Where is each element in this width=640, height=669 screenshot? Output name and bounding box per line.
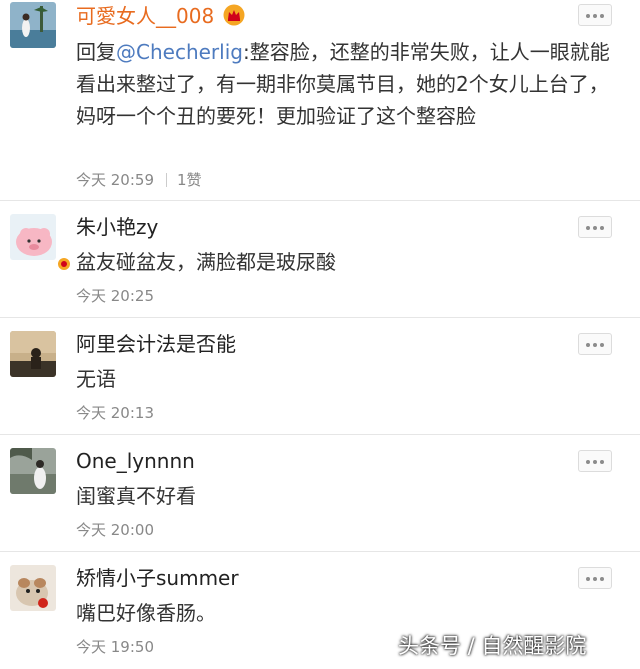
comment-text: 嘴巴好像香肠。	[76, 601, 216, 625]
more-button[interactable]	[578, 567, 612, 589]
timestamp: 今天 20:13	[76, 404, 154, 422]
comment-item: One_lynnnn 闺蜜真不好看 今天 20:00	[0, 434, 640, 552]
comment-text: 闺蜜真不好看	[76, 484, 196, 508]
avatar[interactable]	[10, 331, 56, 377]
username[interactable]: 矫情小子summer	[76, 565, 239, 591]
timestamp: 今天 20:59	[76, 171, 154, 189]
comment-item: 阿里会计法是否能 无语 今天 20:13	[0, 317, 640, 435]
mention-link[interactable]: @Checherlig	[116, 40, 243, 64]
comment-item: 可愛女人__008 回复@Checherlig:整容脸，还整的非常失败，让人一眼…	[0, 0, 640, 201]
username[interactable]: One_lynnnn	[76, 448, 195, 474]
avatar-image-icon	[10, 2, 56, 48]
more-dots-icon	[579, 343, 611, 347]
more-button[interactable]	[578, 4, 612, 26]
more-dots-icon	[579, 460, 611, 464]
more-dots-icon	[579, 226, 611, 230]
verified-badge-icon	[56, 256, 72, 272]
timestamp: 今天 19:50	[76, 638, 154, 656]
comment-feed: 可愛女人__008 回复@Checherlig:整容脸，还整的非常失败，让人一眼…	[0, 0, 640, 669]
username[interactable]: 朱小艳zy	[76, 214, 158, 240]
timestamp: 今天 20:00	[76, 521, 154, 539]
reply-prefix: 回复	[76, 40, 116, 64]
comment-item: 朱小艳zy 盆友碰盆友，满脸都是玻尿酸 今天 20:25	[0, 200, 640, 318]
more-button[interactable]	[578, 216, 612, 238]
more-dots-icon	[579, 14, 611, 18]
avatar-image-icon	[10, 448, 56, 494]
divider	[166, 173, 167, 187]
comment-text: 盆友碰盆友，满脸都是玻尿酸	[76, 250, 336, 274]
more-button[interactable]	[578, 450, 612, 472]
comment-text: 回复@Checherlig:整容脸，还整的非常失败，让人一眼就能看出来整过了，有…	[76, 36, 616, 132]
more-button[interactable]	[578, 333, 612, 355]
watermark: 头条号 / 自然醒影院	[398, 634, 587, 658]
avatar[interactable]	[10, 214, 72, 272]
username[interactable]: 阿里会计法是否能	[76, 331, 236, 357]
avatar[interactable]	[10, 448, 56, 494]
avatar-image-icon	[10, 565, 56, 611]
avatar-image-icon	[10, 331, 56, 377]
timestamp: 今天 20:25	[76, 287, 154, 305]
avatar[interactable]	[10, 2, 56, 48]
like-count[interactable]: 1赞	[177, 171, 202, 189]
more-dots-icon	[579, 577, 611, 581]
username[interactable]: 可愛女人__008	[76, 3, 246, 29]
crown-icon	[222, 4, 246, 26]
avatar-image-icon	[10, 214, 56, 260]
username-text[interactable]: 可愛女人__008	[76, 4, 214, 28]
avatar[interactable]	[10, 565, 56, 611]
comment-meta: 今天 20:59 1赞	[76, 170, 202, 190]
comment-text: 无语	[76, 367, 116, 391]
